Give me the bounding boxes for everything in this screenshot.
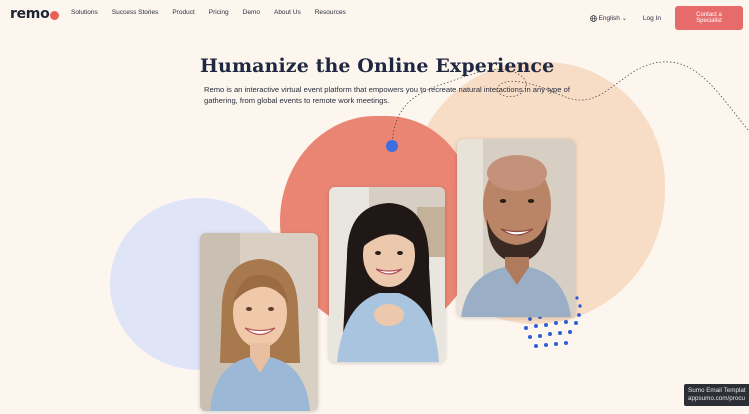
attendee-photo-1: [200, 233, 318, 411]
hero-headline: Humanize the Online Experience: [200, 55, 555, 77]
nav-link-pricing[interactable]: Pricing: [209, 9, 229, 16]
nav-link-success-stories[interactable]: Success Stories: [112, 9, 159, 16]
tooltip-url: appsumo.com/procu: [688, 395, 746, 402]
language-label: English: [598, 14, 620, 22]
nav-link-resources[interactable]: Resources: [315, 9, 346, 16]
logo-mark-icon: [50, 10, 60, 20]
nav-right: English ⌄ Log In Contact a Specialist: [589, 6, 743, 30]
nav-link-about-us[interactable]: About Us: [274, 9, 301, 16]
top-nav: remo Solutions Success Stories Product P…: [0, 0, 749, 30]
chevron-down-icon: ⌄: [621, 15, 627, 22]
attendee-photo-3: [457, 139, 575, 317]
language-selector[interactable]: English ⌄: [589, 14, 627, 22]
hero-subtext: Remo is an interactive virtual event pla…: [204, 85, 570, 105]
globe-icon: [589, 14, 597, 22]
link-preview-tooltip: Sumo Email Templat appsumo.com/procu: [684, 384, 749, 406]
tooltip-title: Sumo Email Templat: [688, 387, 746, 394]
logo-text: remo: [10, 6, 50, 22]
attendee-photo-2: [329, 187, 445, 362]
login-link[interactable]: Log In: [643, 15, 661, 22]
nav-link-demo[interactable]: Demo: [243, 9, 260, 16]
contact-specialist-button[interactable]: Contact a Specialist: [675, 6, 743, 30]
remo-logo[interactable]: remo: [10, 6, 60, 22]
nav-link-solutions[interactable]: Solutions: [71, 9, 98, 16]
nav-links: Solutions Success Stories Product Pricin…: [71, 9, 360, 16]
blue-dot: [386, 140, 398, 152]
nav-link-product[interactable]: Product: [172, 9, 194, 16]
